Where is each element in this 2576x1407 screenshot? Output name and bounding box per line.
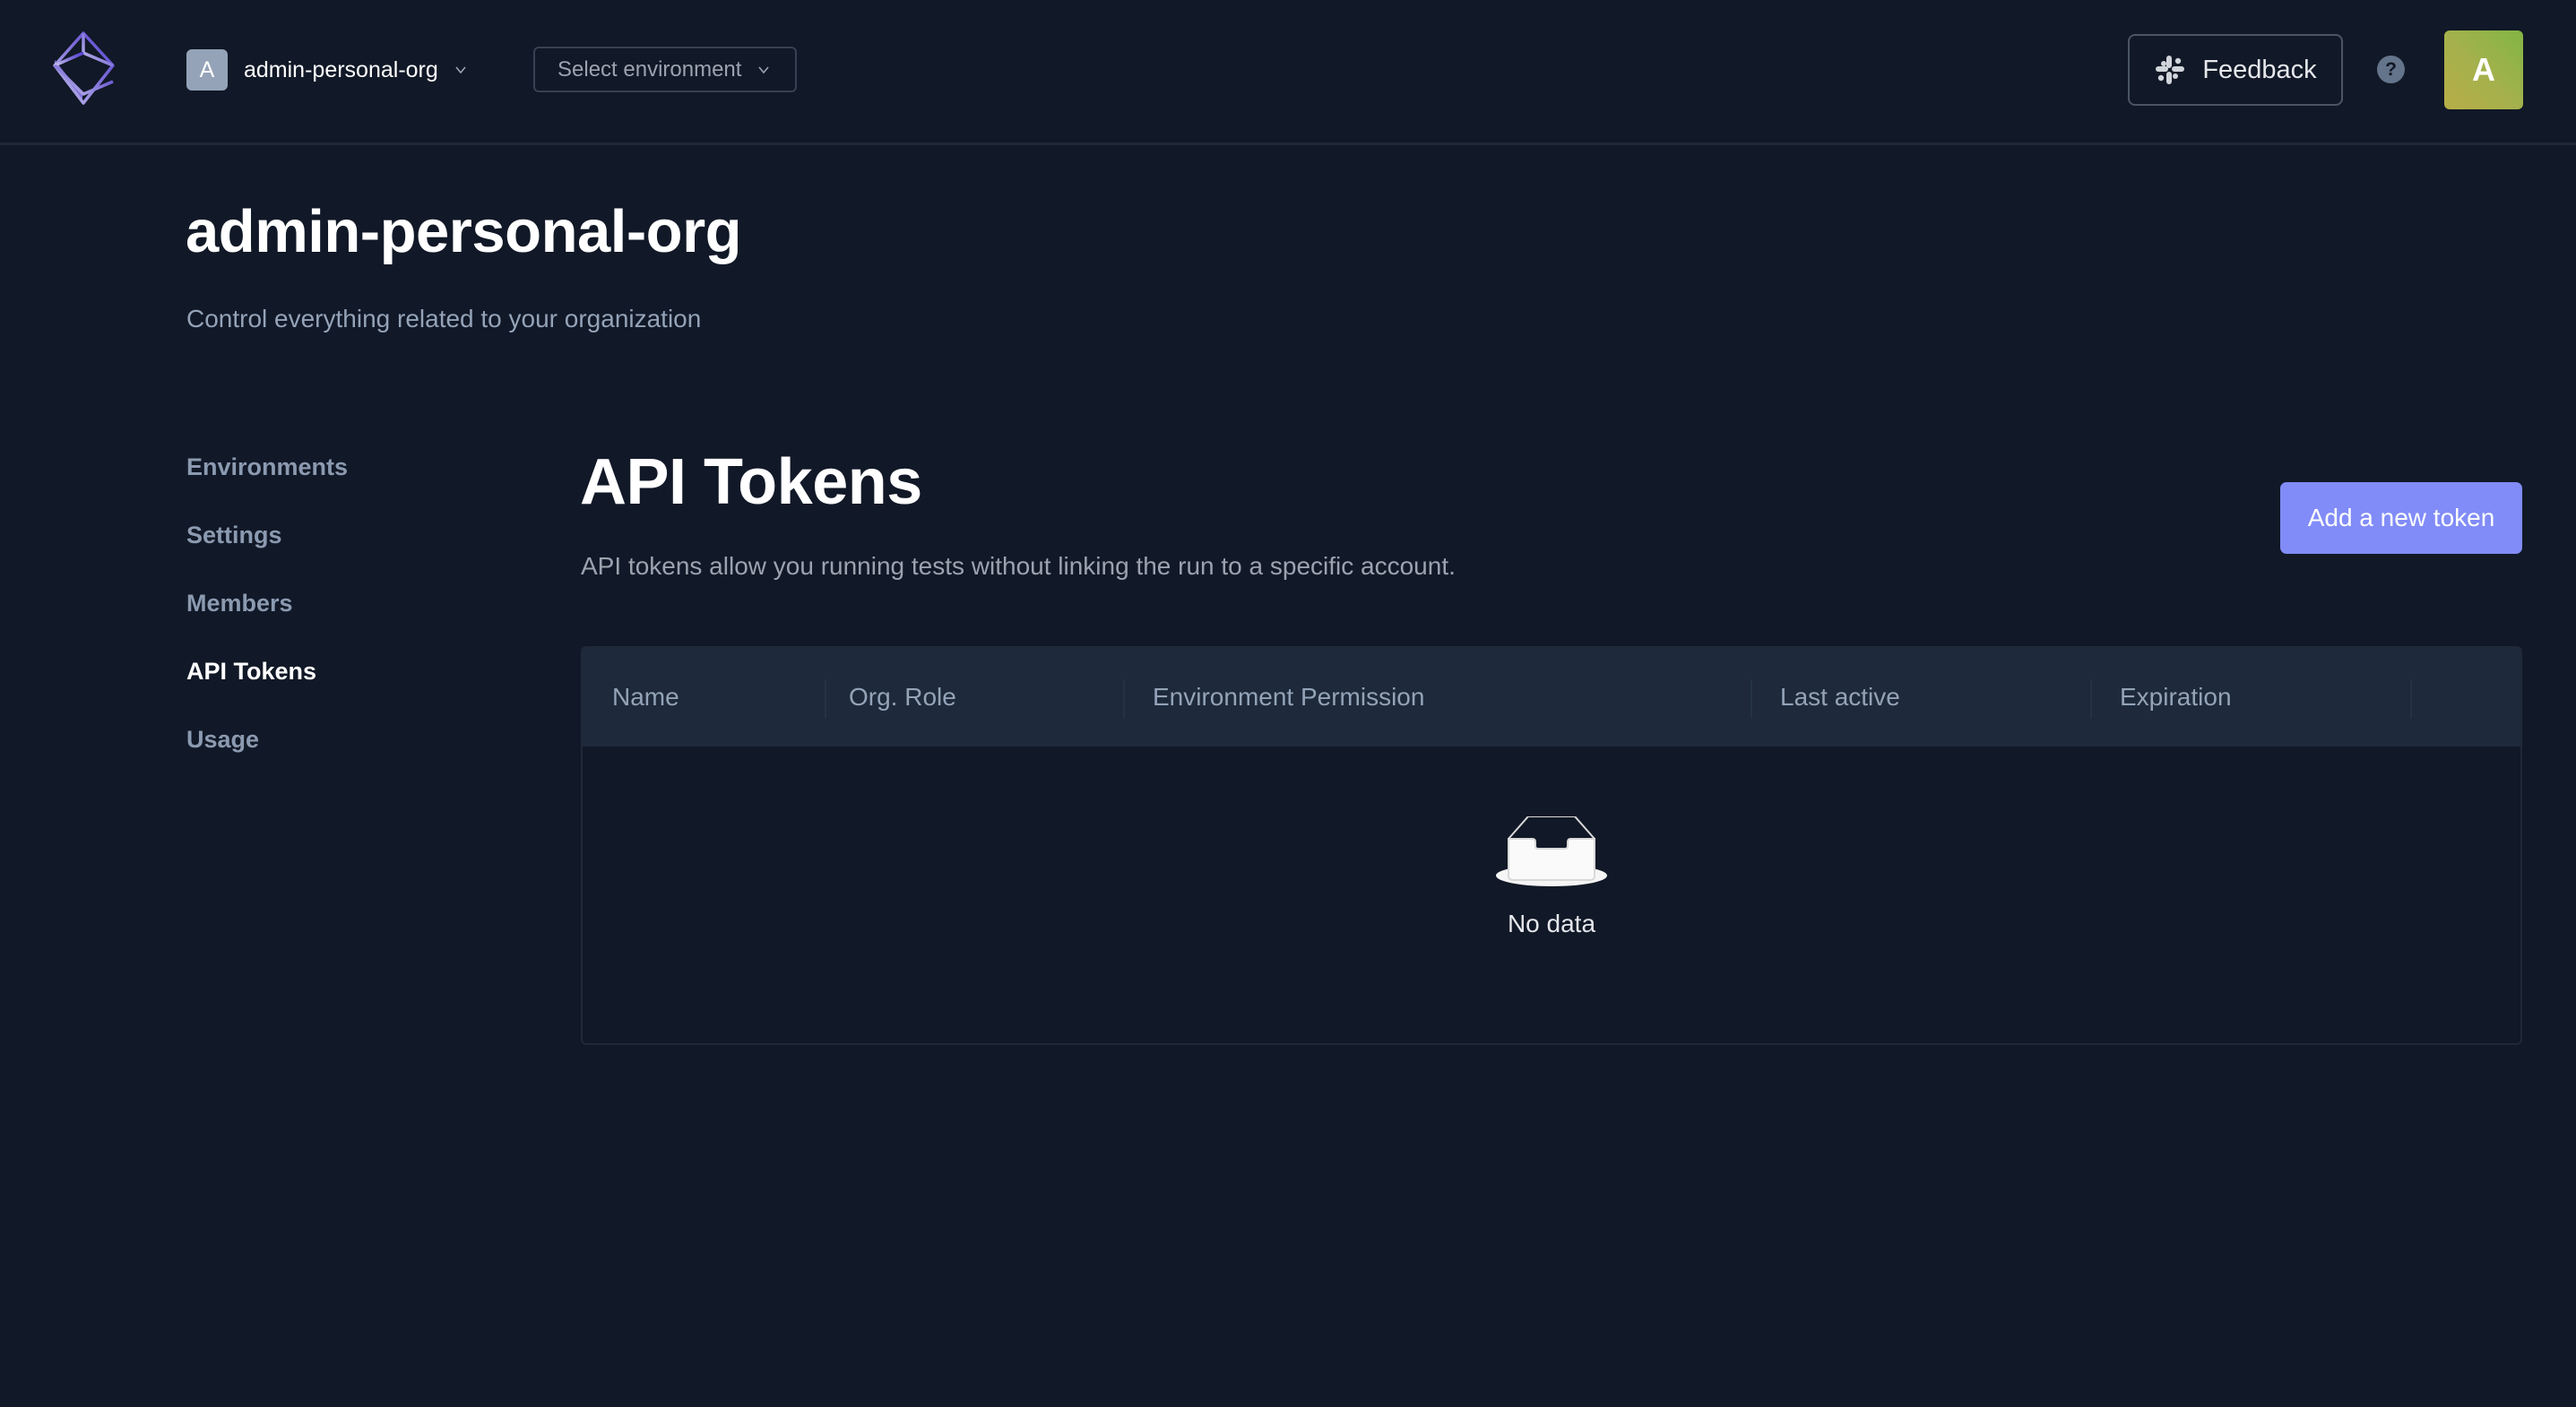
- empty-state-text: No data: [1507, 910, 1596, 937]
- sidebar-item-environments[interactable]: Environments: [186, 450, 348, 518]
- sidebar-item-settings[interactable]: Settings: [186, 518, 348, 586]
- feedback-button[interactable]: Feedback: [2128, 34, 2343, 106]
- page-title: admin-personal-org: [186, 198, 742, 265]
- column-header-environment-permission[interactable]: Environment Permission: [1153, 648, 1424, 747]
- column-header-name[interactable]: Name: [612, 648, 679, 747]
- slack-icon: [2156, 56, 2185, 84]
- column-divider: [2410, 679, 2412, 719]
- page-subtitle: Control everything related to your organ…: [186, 305, 702, 332]
- empty-state: No data: [583, 747, 2520, 1043]
- org-name: admin-personal-org: [244, 56, 438, 82]
- add-token-button[interactable]: Add a new token: [2280, 482, 2522, 554]
- section-title: API Tokens: [580, 446, 922, 518]
- environment-select[interactable]: Select environment: [533, 47, 797, 92]
- sidebar-item-members[interactable]: Members: [186, 586, 348, 654]
- column-header-expiration[interactable]: Expiration: [2120, 648, 2232, 747]
- section-description: API tokens allow you running tests witho…: [581, 552, 1456, 580]
- column-divider: [825, 679, 826, 719]
- empty-inbox-icon: [1496, 816, 1607, 886]
- help-icon[interactable]: ?: [2377, 56, 2405, 83]
- column-divider: [2090, 679, 2092, 719]
- sidebar-item-api-tokens[interactable]: API Tokens: [186, 654, 348, 722]
- column-divider: [1750, 679, 1752, 719]
- chevron-down-icon: [455, 66, 466, 74]
- api-tokens-table: Name Org. Role Environment Permission La…: [581, 646, 2522, 1045]
- column-divider: [1123, 679, 1125, 719]
- chevron-down-icon: [758, 65, 770, 73]
- org-switcher[interactable]: A admin-personal-org: [186, 49, 467, 91]
- table-header: Name Org. Role Environment Permission La…: [583, 648, 2520, 747]
- app-logo-icon[interactable]: [52, 30, 117, 107]
- column-header-last-active[interactable]: Last active: [1780, 648, 1900, 747]
- environment-select-placeholder: Select environment: [558, 56, 742, 82]
- column-header-org-role[interactable]: Org. Role: [849, 648, 956, 747]
- user-avatar[interactable]: A: [2444, 30, 2523, 109]
- feedback-label: Feedback: [2202, 55, 2317, 84]
- org-avatar: A: [186, 49, 228, 91]
- settings-sidebar: Environments Settings Members API Tokens…: [186, 450, 348, 790]
- sidebar-item-usage[interactable]: Usage: [186, 722, 348, 790]
- top-bar: A admin-personal-org Select environment: [0, 0, 2576, 145]
